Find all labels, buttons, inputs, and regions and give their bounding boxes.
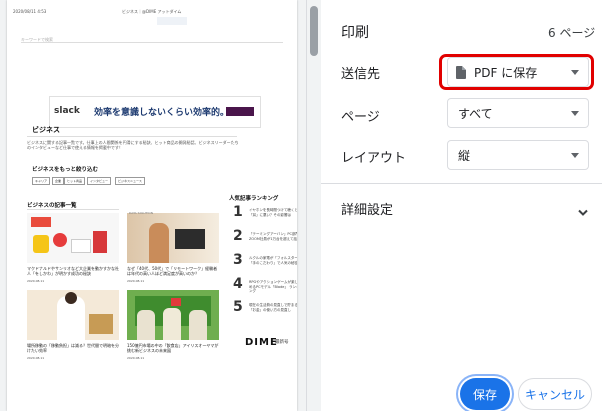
- article-thumbnail: [127, 290, 219, 340]
- article-caption: 150億円市場の中の「飲食店」アイリスオーヤマが挑む新ビジネスの未来図: [127, 343, 219, 353]
- article-caption: なぜ「40代、50代」で「リモートワーク」経験者は年代の高い人ほど満足度が高いの…: [127, 266, 218, 276]
- rank-text: ルクルの家電が「フォルスター」「手のこだわり」で人気の秘密: [249, 256, 297, 265]
- site-logo: [157, 17, 187, 25]
- preview-timestamp: 2020/08/11 4:53: [13, 9, 47, 14]
- chevron-down-icon: [571, 153, 579, 158]
- print-title: 印刷: [341, 25, 369, 41]
- rank-text: 現在の生活費の見直しで貯まる「お金」の使い方の見直し: [249, 303, 297, 312]
- layout-label: レイアウト: [341, 151, 407, 166]
- article-date: 2020.08.11: [27, 356, 45, 360]
- article-thumbnail: [27, 213, 119, 263]
- preview-scrollbar[interactable]: [306, 0, 322, 411]
- article-date: 2020.08.11: [27, 279, 45, 283]
- rank-number: 4: [233, 276, 243, 292]
- search-label: キーワードで検索: [21, 37, 53, 42]
- tag-company: 企業: [52, 177, 65, 185]
- article-tag: DATA SOLUTION: [129, 211, 153, 215]
- article-caption: マクドナルドやサンリオなど大企業を動かすかな社人「をしかわ」が明かす成功の秘訣: [27, 266, 119, 276]
- more-settings-label: 詳細設定: [341, 203, 394, 218]
- page-count: 6 ページ: [548, 26, 596, 40]
- pages-label: ページ: [341, 110, 380, 125]
- section-business-title: ビジネス: [32, 126, 60, 134]
- destination-label: 送信先: [341, 67, 381, 82]
- preview-page: 2020/08/11 4:53 ビジネス｜@DIME アットダイム キーワードで…: [7, 0, 297, 411]
- article-thumbnail: [27, 290, 119, 340]
- tag-hit-products: ヒット商品: [64, 177, 86, 185]
- rank-number: 3: [233, 252, 243, 268]
- cancel-button[interactable]: キャンセル: [518, 378, 592, 410]
- tag-business-news: ビジネスニュース: [115, 177, 145, 185]
- settings-divider: [321, 183, 602, 184]
- slack-logo: slack: [54, 106, 80, 116]
- chevron-down-icon: [571, 111, 579, 116]
- article-caption: 場所移動の「移動負担」は減る？世代間で明暗を分けたい効率: [27, 343, 119, 353]
- article-thumbnail: [127, 213, 219, 263]
- tag-interview: インタビュー: [87, 177, 112, 185]
- article-date: 2020.08.11: [127, 279, 145, 283]
- rank-text: RPGやアクションゲームが楽しめるPCモデル「Blade」 ランキング: [249, 280, 297, 293]
- preview-page-title: ビジネス｜@DIME アットダイム: [122, 9, 182, 14]
- articles-title: ビジネスの記事一覧: [27, 203, 77, 209]
- rank-number: 1: [233, 204, 243, 220]
- divider: [27, 209, 119, 210]
- ad-cta: [226, 107, 254, 116]
- search-underline: [21, 42, 283, 43]
- ranking-title: 人気記事ランキング: [229, 196, 279, 202]
- pages-value: すべて: [458, 106, 493, 121]
- rank-number: 2: [233, 228, 243, 244]
- preview-scrollbar-thumb[interactable]: [310, 6, 318, 56]
- layout-select[interactable]: 縦: [447, 140, 589, 170]
- chevron-down-icon: [578, 202, 588, 221]
- ad-banner: slack 効率を意識しないくらい効率的。: [49, 96, 261, 128]
- dime-logo: DIME: [245, 337, 278, 348]
- rank-text: 「テーミングアーバン」PC部門ZOOM社員が1万台を超えて話題: [249, 232, 297, 241]
- dime-latest-issue: 最新号: [275, 340, 289, 345]
- business-description: ビジネスに関する記事一覧です。仕事上の人間関係を円滑にする秘訣、ヒット商品の開発…: [27, 140, 239, 150]
- pages-select[interactable]: すべて: [447, 98, 589, 128]
- print-preview-pane: 2020/08/11 4:53 ビジネス｜@DIME アットダイム キーワードで…: [0, 0, 306, 411]
- save-button[interactable]: 保存: [460, 378, 510, 410]
- divider: [27, 136, 237, 137]
- article-date: 2020.08.11: [127, 356, 145, 360]
- ad-text: 効率を意識しないくらい効率的。: [94, 108, 230, 118]
- tag-career: キャリア: [32, 177, 51, 185]
- rank-number: 5: [233, 299, 243, 315]
- layout-value: 縦: [458, 148, 471, 163]
- more-settings-toggle[interactable]: 詳細設定: [321, 188, 602, 226]
- filter-title: ビジネスをもっと絞り込む: [32, 167, 99, 173]
- rank-text: イヤホンを長時間つけて聴くと「耳」に悪い？その影響は: [249, 208, 297, 217]
- highlight-box: [439, 54, 594, 90]
